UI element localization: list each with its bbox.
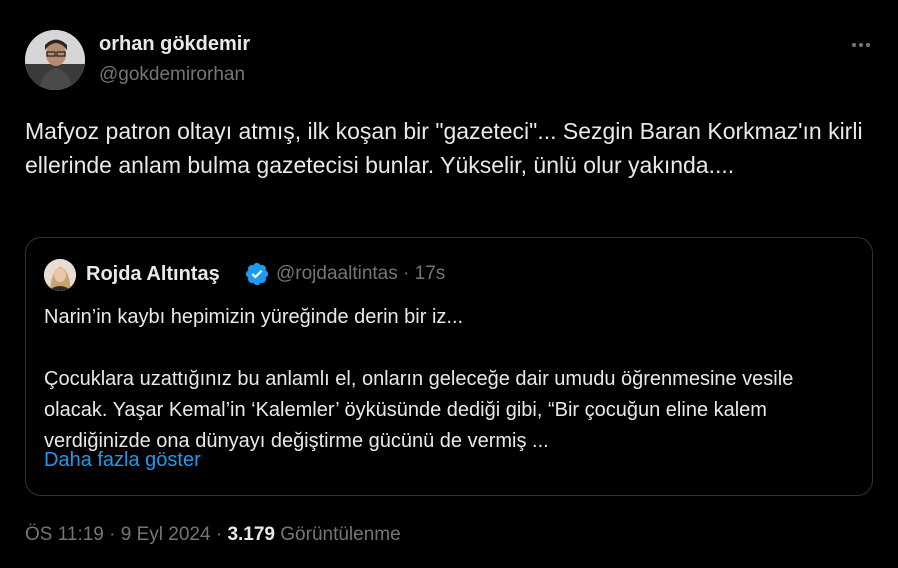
tweet-footer: ÖS 11:19 · 9 Eyl 2024 · 3.179 Görüntülen… — [25, 524, 401, 546]
quoted-author-avatar[interactable] — [44, 259, 76, 291]
quoted-tweet-card[interactable]: Rojda Altıntaş @rojdaaltintas · 17s Nari… — [25, 237, 873, 496]
quoted-author-avatar-image — [44, 259, 76, 291]
tweet-text: Mafyoz patron oltayı atmış, ilk koşan bi… — [25, 118, 863, 178]
footer-separator: · — [109, 524, 116, 545]
author-avatar-image — [25, 30, 85, 90]
tweet-date[interactable]: 9 Eyl 2024 — [121, 524, 211, 545]
verified-badge-icon — [245, 262, 269, 286]
meta-separator: · — [403, 263, 410, 284]
quoted-author-handle[interactable]: @rojdaaltintas — [276, 263, 398, 284]
more-options-button[interactable] — [846, 34, 876, 56]
author-avatar[interactable] — [25, 30, 85, 90]
footer-separator: · — [215, 524, 223, 545]
views-count[interactable]: 3.179 — [227, 524, 275, 545]
quoted-meta: @rojdaaltintas · 17s — [276, 263, 445, 285]
tweet-time[interactable]: ÖS 11:19 — [25, 524, 104, 545]
quoted-timestamp[interactable]: 17s — [415, 263, 446, 284]
author-handle[interactable]: @gokdemirorhan — [99, 64, 245, 86]
views-label: Görüntülenme — [280, 524, 401, 545]
show-more-link[interactable]: Daha fazla göster — [44, 449, 201, 472]
quoted-tweet-text: Narin’in kaybı hepimizin yüreğinde derin… — [44, 306, 794, 452]
more-horizontal-icon — [852, 43, 856, 47]
quoted-author-name[interactable]: Rojda Altıntaş — [86, 263, 220, 286]
author-name[interactable]: orhan gökdemir — [99, 33, 250, 56]
